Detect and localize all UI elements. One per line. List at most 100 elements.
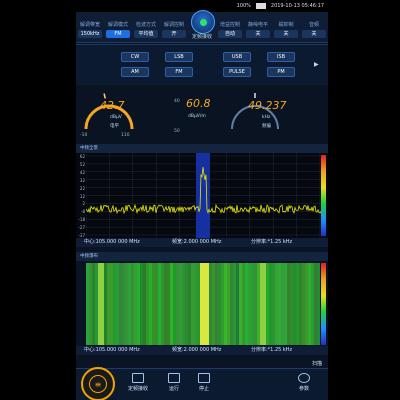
header-setting[interactable]: 音频关 [300,12,328,42]
waterfall-plot[interactable] [86,263,320,345]
waterfall-column [152,263,155,345]
mode-button[interactable]: 定频接收 [128,373,148,392]
header-setting[interactable]: 检波方式 平均值 [132,12,160,42]
demod-mode-panel: ▶ CW LSB USB ISB AM FM PULSE PM [76,44,328,86]
waterfall-column [311,263,314,345]
spectrum-center: 中心:105.000 000 MHz [84,239,140,245]
waterfall-column [179,263,182,345]
stop-button[interactable]: 停止 [198,373,210,392]
spectrum-plot[interactable] [86,153,322,238]
waterfall-column [284,263,287,345]
fixed-frequency-mode-icon[interactable] [191,10,215,34]
header-setting-value[interactable]: 150kHz [78,30,102,38]
menu-button[interactable]: ≡ [81,367,115,400]
y-tick-label: 62 [79,154,85,159]
waterfall-column [251,263,254,345]
stop-button-label: 停止 [198,386,209,392]
waterfall-column [296,263,299,345]
offset-gauge [231,93,279,130]
header-setting-label: 解调带宽 [79,22,100,28]
waterfall-column [239,263,242,345]
mode-button-pulse[interactable]: PULSE [223,67,251,77]
play-icon [168,373,180,383]
header-setting-value[interactable]: FM [106,30,130,38]
field-high: 50 [174,129,180,134]
header-setting[interactable]: 解调模式 FM [104,12,132,42]
waterfall-column [101,263,104,345]
waterfall-column [197,263,200,345]
level-label: 电平 [110,124,119,129]
params-button[interactable]: 参数 [298,373,310,392]
header-setting[interactable]: 静噪电平关 [244,12,272,42]
waterfall-column [212,263,215,345]
header-setting-label: 检波方式 [135,22,156,28]
app-frame: 100% 2019-10-13 05:46:17 解调带宽 150kHz 解调模式 F… [76,0,328,400]
offset-value: 49.237 [248,99,287,112]
header-setting-value[interactable]: 关 [274,30,298,38]
center-mode-label: 定频接收 [191,34,212,40]
waterfall-column [176,263,179,345]
waterfall-column [317,263,320,345]
offset-label: 频偏 [262,124,271,129]
header-setting-label: 增益控制 [219,22,240,28]
waterfall-span: 频宽:2.000 000 MHz [172,347,222,353]
header-setting-label: 磁抑制 [278,22,294,28]
mode-button-lsb[interactable]: LSB [165,52,193,62]
scan-label[interactable]: 扫描 [312,360,322,367]
waterfall-column [164,263,167,345]
waterfall-info: 中心:105.000 000 MHz 频宽:2.000 000 MHz 分辨率:… [76,346,328,355]
spectrum-title: 中频全景 [80,146,98,151]
field-low: 40 [174,99,180,104]
mode-button-am[interactable]: AM [121,67,149,77]
header-setting-value[interactable]: 关 [246,30,270,38]
next-page-arrow-icon[interactable]: ▶ [314,61,319,68]
waterfall-column [227,263,230,345]
y-tick-label: -8 [81,209,85,215]
waterfall-column [113,263,116,345]
waterfall-column [275,263,278,345]
waterfall-column [89,263,92,345]
run-button[interactable]: 运行 [168,373,180,392]
waterfall-column [140,263,143,345]
waterfall-column [95,263,98,345]
mode-button-isb[interactable]: ISB [267,52,295,62]
waterfall-column [260,263,263,345]
waterfall-column [86,263,89,345]
waterfall-column [305,263,308,345]
header-setting[interactable]: 磁抑制关 [272,12,300,42]
waterfall-column [278,263,281,345]
header-setting-value[interactable]: 平均值 [134,30,158,38]
receiver-icon [132,373,144,383]
meter-panel: 42.7 dBμV 电平 -10 110 40 60.8 dBμV/m 50 4… [76,85,328,143]
waterfall-column [203,263,206,345]
waterfall-column [185,263,188,345]
waterfall-column [236,263,239,345]
waterfall-column [191,263,194,345]
header-setting[interactable]: 解调带宽 150kHz [76,12,104,42]
mode-button-fm[interactable]: FM [165,67,193,77]
waterfall-column [269,263,272,345]
spectrum-header: 中频全景 [76,144,328,153]
waterfall-column [308,263,311,345]
spectrum-selected-band [196,153,210,238]
waterfall-column [209,263,212,345]
waterfall-column [266,263,269,345]
waterfall-column [194,263,197,345]
spectrum-resolution: 分辨率:*1.25 kHz [251,239,293,245]
waterfall-column [206,263,209,345]
waterfall-column [224,263,227,345]
waterfall-column [149,263,152,345]
waterfall-column [188,263,191,345]
mode-button-cw[interactable]: CW [121,52,149,62]
y-tick-label: -27 [78,225,85,231]
stop-icon [198,373,210,383]
waterfall-column [254,263,257,345]
waterfall-column [122,263,125,345]
header-setting-value[interactable]: 关 [302,30,326,38]
mode-button-usb[interactable]: USB [223,52,251,62]
waterfall-column [107,263,110,345]
waterfall-column [287,263,290,345]
header-setting-label: 解调控制 [163,22,184,28]
mode-button-pm[interactable]: PM [267,67,295,77]
y-tick-label: 12 [79,193,85,199]
